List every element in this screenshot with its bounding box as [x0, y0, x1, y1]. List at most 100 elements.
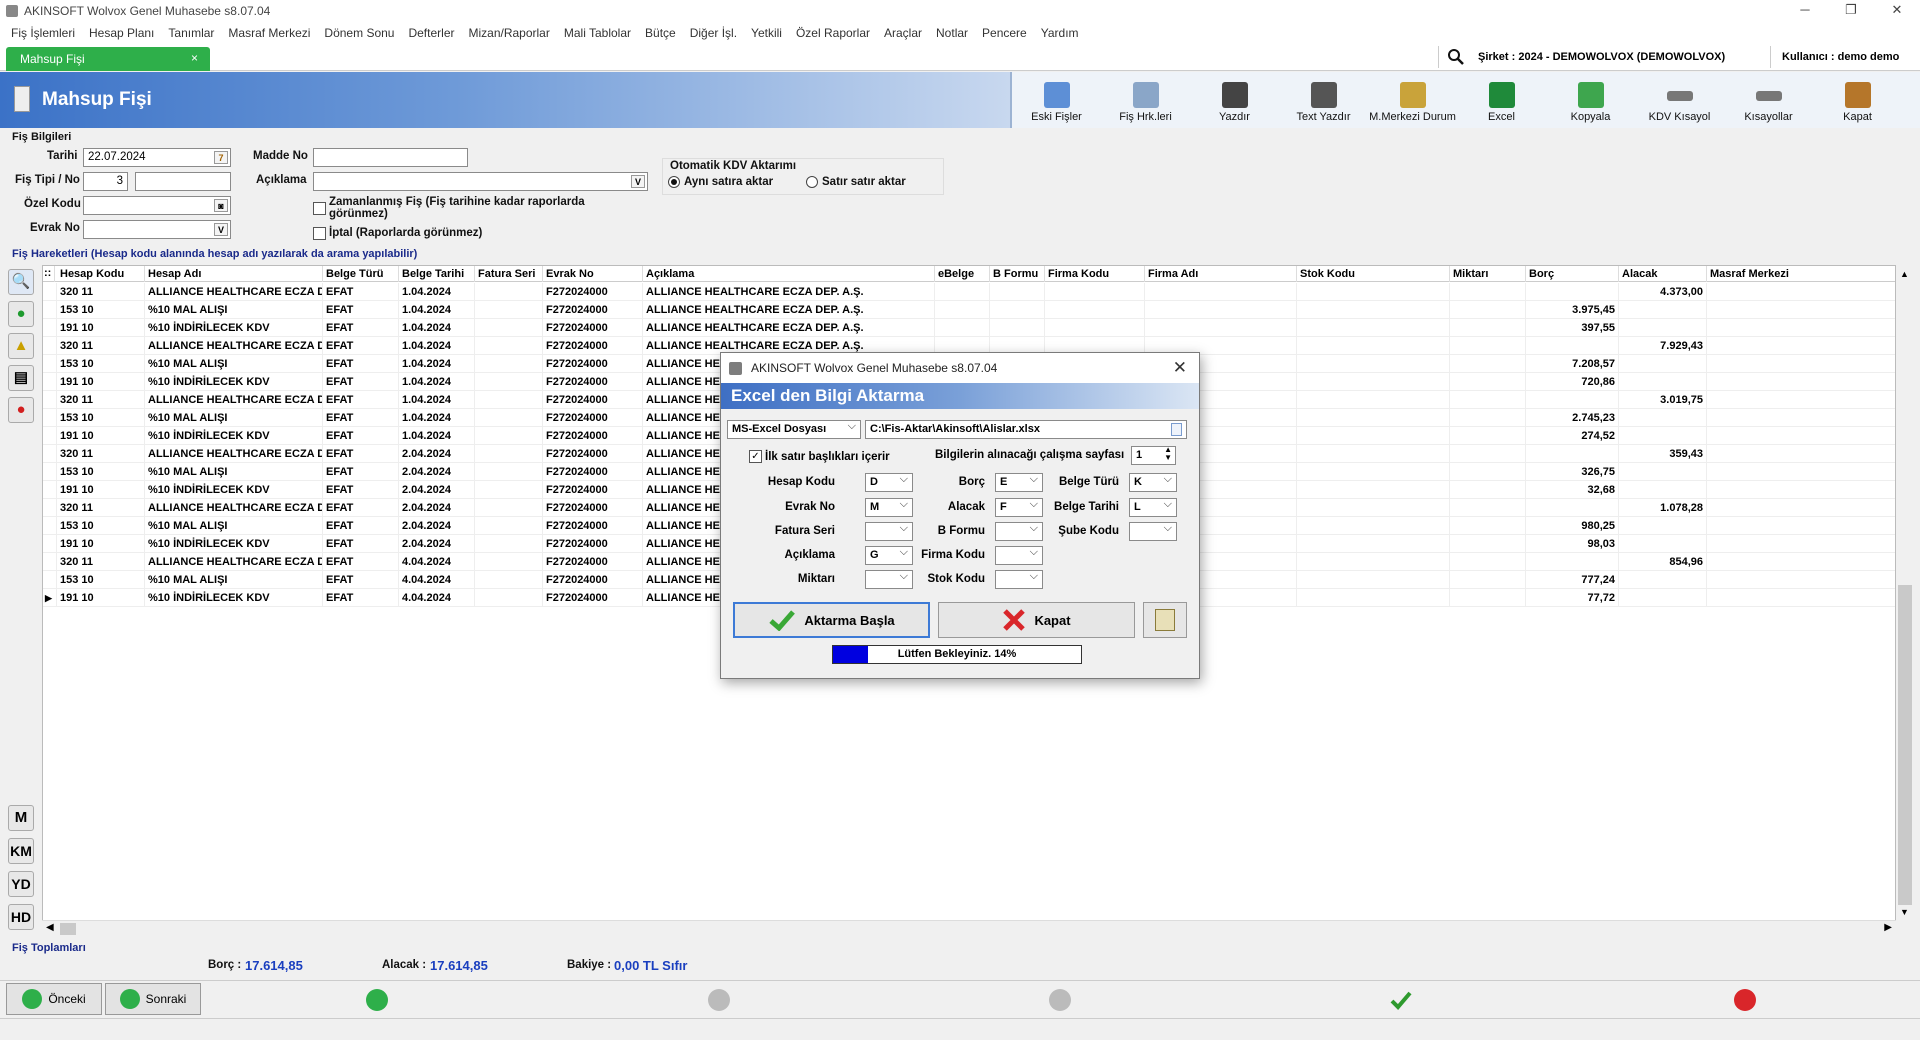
cost-center-status-button[interactable]: M.Merkezi Durum [1368, 72, 1457, 128]
table-cell[interactable]: %10 İNDİRİLECEK KDV [145, 589, 323, 607]
table-cell[interactable]: 854,96 [1619, 553, 1707, 571]
table-cell[interactable] [1707, 589, 1895, 607]
table-cell[interactable]: F272024000 [543, 571, 643, 589]
table-cell[interactable] [990, 319, 1045, 337]
map-select-sube-kodu[interactable] [1129, 522, 1177, 541]
table-cell[interactable]: F272024000 [543, 463, 643, 481]
column-header[interactable]: Stok Kodu [1297, 266, 1450, 282]
start-import-button[interactable]: Aktarma Başla [733, 602, 930, 638]
menu-yardim[interactable]: Yardım [1041, 26, 1079, 40]
table-cell[interactable] [1297, 499, 1450, 517]
table-cell[interactable] [1297, 571, 1450, 589]
table-cell[interactable] [990, 301, 1045, 319]
menu-diger-isl[interactable]: Diğer İşl. [690, 26, 737, 40]
table-cell[interactable] [1619, 427, 1707, 445]
map-select-belge-tarihi[interactable]: L [1129, 498, 1177, 517]
table-cell[interactable] [1450, 409, 1526, 427]
warning-icon[interactable]: ▲ [8, 333, 34, 359]
menu-mizan-raporlar[interactable]: Mizan/Raporlar [468, 26, 549, 40]
table-cell[interactable]: 153 10 [57, 409, 145, 427]
table-cell[interactable] [1619, 481, 1707, 499]
table-cell[interactable]: EFAT [323, 445, 399, 463]
first-row-header-checkbox[interactable]: ✓ [749, 450, 762, 463]
table-cell[interactable]: ALLIANCE HEALTHCARE ECZA DE [145, 283, 323, 301]
table-cell[interactable]: 191 10 [57, 427, 145, 445]
table-cell[interactable]: EFAT [323, 373, 399, 391]
table-cell[interactable]: ALLIANCE HEALTHCARE ECZA DE [145, 445, 323, 463]
table-cell[interactable] [1450, 481, 1526, 499]
menu-araclar[interactable]: Araçlar [884, 26, 922, 40]
table-cell[interactable]: F272024000 [543, 535, 643, 553]
table-cell[interactable]: EFAT [323, 499, 399, 517]
table-cell[interactable]: 2.04.2024 [399, 517, 475, 535]
menu-pencere[interactable]: Pencere [982, 26, 1027, 40]
file-type-select[interactable]: MS-Excel Dosyası [727, 420, 861, 439]
table-cell[interactable]: 326,75 [1526, 463, 1619, 481]
table-cell[interactable]: F272024000 [543, 553, 643, 571]
table-cell[interactable]: 7.929,43 [1619, 337, 1707, 355]
table-cell[interactable] [1707, 283, 1895, 301]
table-cell[interactable] [1707, 571, 1895, 589]
table-cell[interactable]: EFAT [323, 589, 399, 607]
table-cell[interactable]: 720,86 [1526, 373, 1619, 391]
table-cell[interactable]: 320 11 [57, 553, 145, 571]
close-form-button[interactable]: Kapat [1813, 72, 1902, 128]
table-cell[interactable]: EFAT [323, 409, 399, 427]
table-cell[interactable] [1297, 589, 1450, 607]
table-cell[interactable] [1619, 409, 1707, 427]
table-cell[interactable] [475, 589, 543, 607]
menu-mali-tablolar[interactable]: Mali Tablolar [564, 26, 631, 40]
table-cell[interactable]: 1.04.2024 [399, 337, 475, 355]
table-cell[interactable]: 191 10 [57, 319, 145, 337]
table-row[interactable]: 153 10 %10 MAL ALIŞI EFAT 1.04.2024 F2720240… [43, 301, 1895, 319]
cancel-icon[interactable] [1734, 989, 1756, 1011]
table-cell[interactable] [1707, 337, 1895, 355]
table-cell[interactable]: 153 10 [57, 517, 145, 535]
next-button[interactable]: Sonraki [105, 983, 201, 1015]
scroll-down-icon[interactable]: ▼ [1900, 907, 1909, 917]
browse-file-icon[interactable] [1171, 423, 1182, 436]
table-cell[interactable]: F272024000 [543, 283, 643, 301]
table-cell[interactable]: F272024000 [543, 409, 643, 427]
remove-icon[interactable] [708, 989, 730, 1011]
table-cell[interactable] [1450, 301, 1526, 319]
table-cell[interactable] [475, 481, 543, 499]
description-field[interactable]: V [313, 172, 648, 191]
menu-hesap-plani[interactable]: Hesap Planı [89, 26, 154, 40]
shortcut-hd-button[interactable]: HD [8, 904, 34, 930]
table-cell[interactable] [1526, 337, 1619, 355]
table-cell[interactable] [475, 373, 543, 391]
menu-tanimlar[interactable]: Tanımlar [168, 26, 214, 40]
table-cell[interactable]: %10 MAL ALIŞI [145, 463, 323, 481]
scroll-left-icon[interactable]: ◀ [46, 922, 54, 933]
table-cell[interactable] [1619, 571, 1707, 589]
table-cell[interactable]: 1.04.2024 [399, 283, 475, 301]
horizontal-scrollbar[interactable]: ◀ ▶ [42, 920, 1896, 936]
table-cell[interactable]: 3.019,75 [1619, 391, 1707, 409]
table-cell[interactable]: 4.04.2024 [399, 553, 475, 571]
dropdown-icon[interactable]: V [214, 223, 228, 236]
table-cell[interactable]: 1.04.2024 [399, 373, 475, 391]
table-cell[interactable]: 274,52 [1526, 427, 1619, 445]
table-cell[interactable] [1297, 301, 1450, 319]
table-cell[interactable] [1297, 409, 1450, 427]
scroll-thumb[interactable] [1898, 585, 1912, 905]
table-cell[interactable] [475, 391, 543, 409]
table-cell[interactable] [475, 463, 543, 481]
table-cell[interactable] [1450, 373, 1526, 391]
clipboard-icon[interactable]: ▤ [8, 365, 34, 391]
slip-type-field[interactable]: 3 [83, 172, 128, 191]
table-cell[interactable] [1707, 517, 1895, 535]
table-cell[interactable] [1297, 283, 1450, 301]
table-cell[interactable]: 980,25 [1526, 517, 1619, 535]
table-cell[interactable]: 1.078,28 [1619, 499, 1707, 517]
column-header[interactable]: Alacak [1619, 266, 1707, 282]
table-cell[interactable] [475, 499, 543, 517]
table-cell[interactable]: F272024000 [543, 391, 643, 409]
table-cell[interactable] [1707, 409, 1895, 427]
table-cell[interactable]: F272024000 [543, 373, 643, 391]
table-cell[interactable] [1526, 445, 1619, 463]
print-button[interactable]: Yazdır [1190, 72, 1279, 128]
table-cell[interactable]: F272024000 [543, 301, 643, 319]
table-cell[interactable] [1526, 553, 1619, 571]
